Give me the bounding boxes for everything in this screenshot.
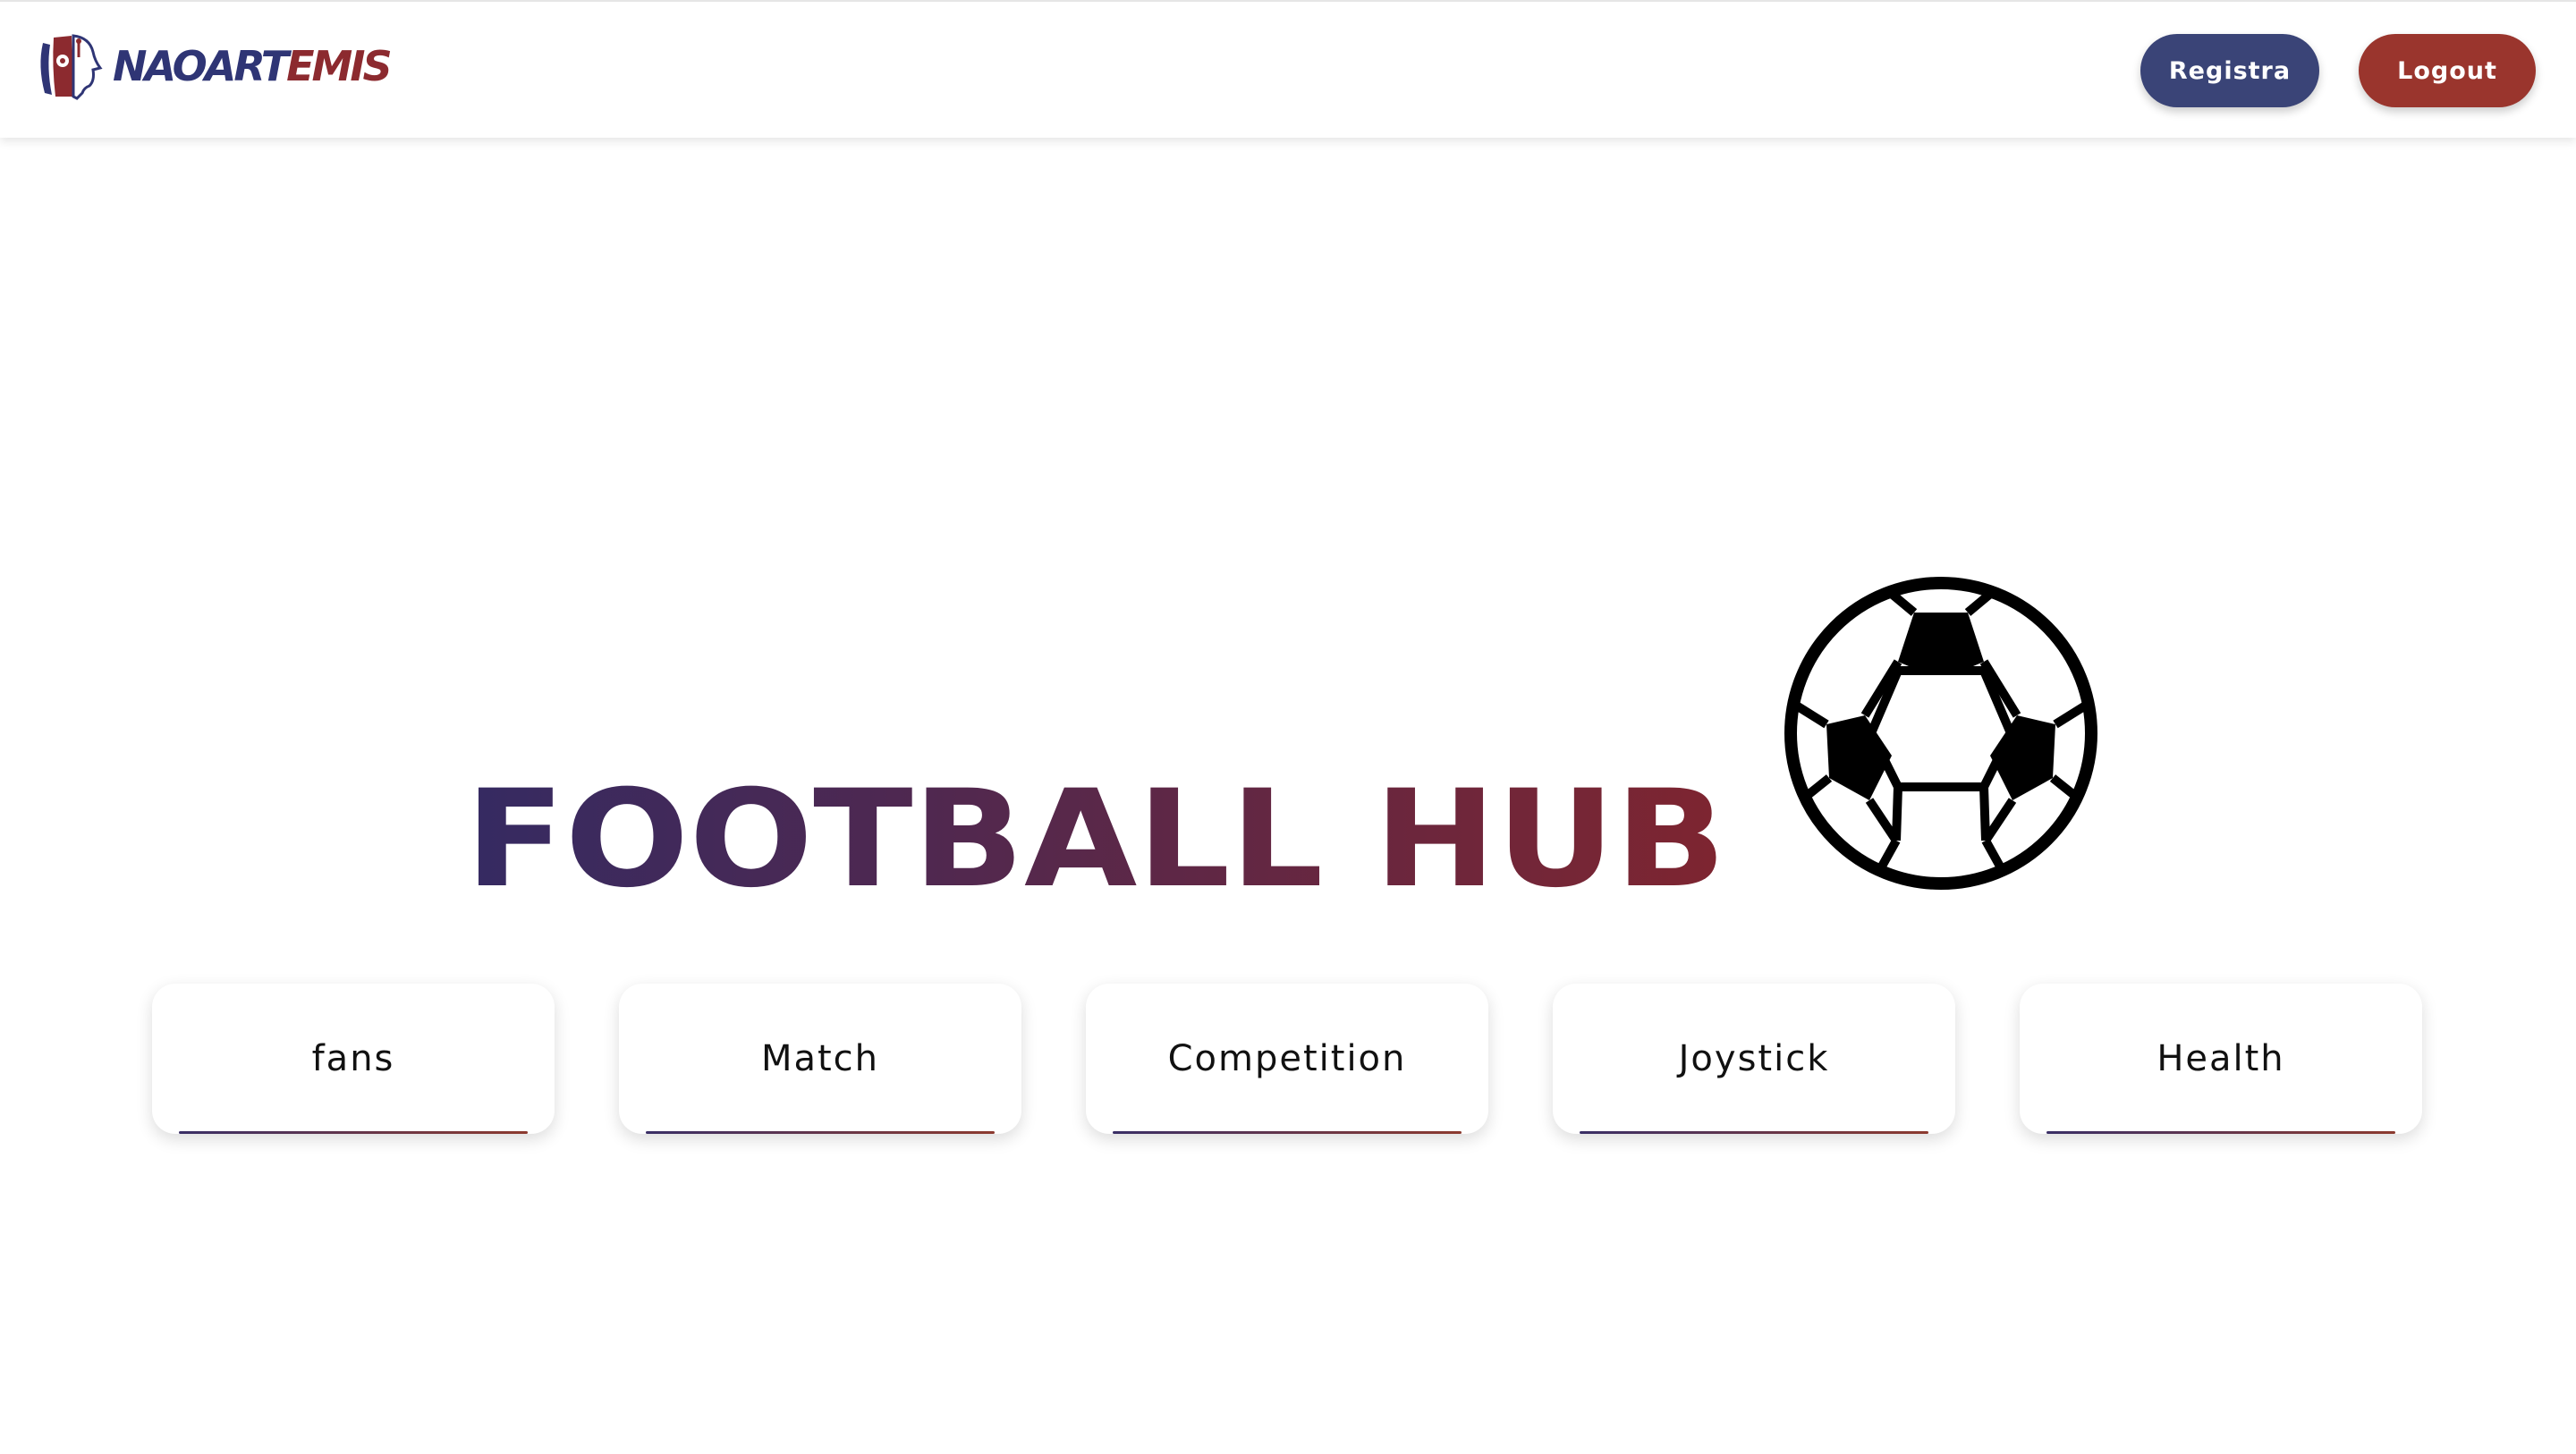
card-label: Match — [760, 1038, 880, 1079]
soccer-ball-icon — [1784, 577, 2097, 890]
brand-text-part-a: NAOART — [113, 42, 289, 90]
card-health[interactable]: Health — [2020, 984, 2422, 1134]
robot-head-icon — [40, 34, 103, 100]
logout-button[interactable]: Logout — [2359, 34, 2536, 107]
hero-section: FOOTBALL HUB — [0, 0, 2576, 1454]
register-button[interactable]: Registra — [2140, 34, 2319, 107]
card-fans[interactable]: fans — [152, 984, 555, 1134]
brand-text-part-b: EMIS — [286, 42, 392, 90]
card-label: Competition — [1167, 1038, 1407, 1079]
card-label: Joystick — [1678, 1038, 1830, 1079]
category-cards: fans Match Competition Joystick Health — [152, 984, 2424, 1136]
card-label: Health — [2157, 1038, 2285, 1079]
brand-wordmark: NAOARTEMIS — [113, 46, 393, 87]
card-competition[interactable]: Competition — [1086, 984, 1488, 1134]
card-joystick[interactable]: Joystick — [1553, 984, 1955, 1134]
hero-title-text: FOOTBALL HUB — [465, 769, 1726, 912]
top-navbar: NAOARTEMIS Registra Logout — [0, 0, 2576, 138]
brand-logo[interactable]: NAOARTEMIS — [30, 30, 393, 102]
card-match[interactable]: Match — [619, 984, 1021, 1134]
card-label: fans — [311, 1038, 395, 1079]
hero-title: FOOTBALL HUB — [465, 769, 1726, 912]
